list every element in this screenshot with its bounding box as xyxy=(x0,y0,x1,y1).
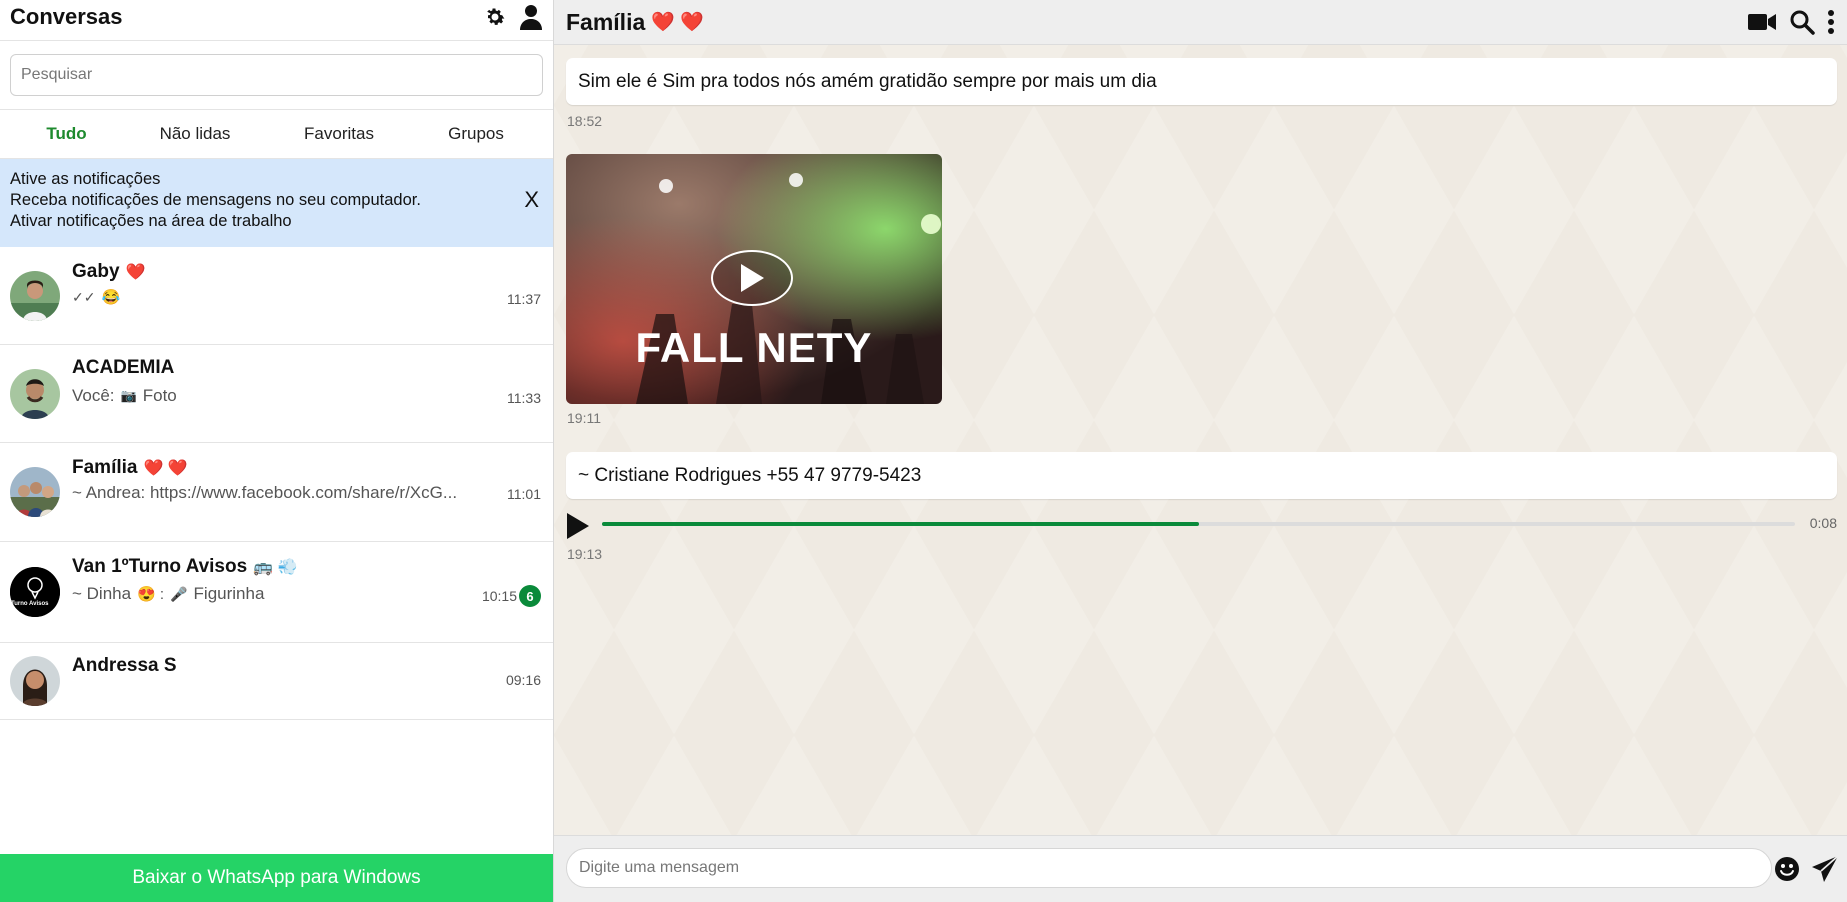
audio-progress-bar[interactable] xyxy=(602,522,1795,526)
chat-name: Van 1ºTurno Avisos 🚌 💨 xyxy=(72,556,298,577)
video-call-icon[interactable] xyxy=(1747,11,1777,33)
message-text: Sim ele é Sim pra todos nós amém gratidã… xyxy=(578,70,1157,92)
play-icon[interactable] xyxy=(566,513,590,544)
menu-icon[interactable] xyxy=(1827,9,1835,35)
video-caption: FALL NETY xyxy=(635,324,873,371)
chat-item-gaby[interactable]: Gaby ❤️ ✓✓ 😂 11:37 xyxy=(0,247,553,345)
chat-time: 11:01 xyxy=(507,486,541,502)
camera-emoji: 📷 xyxy=(120,388,137,403)
download-windows-button[interactable]: Baixar o WhatsApp para Windows xyxy=(0,854,553,902)
chat-item-van-avisos[interactable]: Turno Avisos Van 1ºTurno Avisos 🚌 💨 ~ Di… xyxy=(0,542,553,643)
filter-tabs: Tudo Não lidas Favoritas Grupos xyxy=(0,110,553,159)
chat-header: Família ❤️ ❤️ xyxy=(554,0,1847,45)
chat-item-familia[interactable]: Família ❤️ ❤️ ~ Andrea: https://www.face… xyxy=(0,443,553,542)
chat-preview: Você: 📷 Foto xyxy=(72,386,177,405)
hearts-emoji: ❤️ ❤️ xyxy=(143,460,188,477)
chat-header-icons xyxy=(1747,9,1835,35)
read-ticks-icon: ✓✓ xyxy=(72,288,96,305)
laugh-emoji: 😂 xyxy=(101,289,121,306)
tab-unread[interactable]: Não lidas xyxy=(133,124,257,144)
chat-name: Gaby ❤️ xyxy=(72,261,146,282)
message-input[interactable] xyxy=(566,848,1772,888)
message-time: 18:52 xyxy=(567,113,603,129)
chat-time: 11:33 xyxy=(507,390,541,406)
sidebar-header-icons xyxy=(483,4,543,30)
profile-icon[interactable] xyxy=(519,4,543,30)
sidebar-header: Conversas xyxy=(0,0,553,41)
message-bubble: Sim ele é Sim pra todos nós amém gratidã… xyxy=(566,58,1837,105)
avatar: Turno Avisos xyxy=(10,567,60,617)
sidebar: Conversas Tudo Não lidas Favoritas Grupo… xyxy=(0,0,554,902)
avatar xyxy=(10,271,60,321)
search-input[interactable] xyxy=(10,54,543,96)
composer xyxy=(554,835,1847,902)
notification-close-button[interactable]: X xyxy=(524,189,539,211)
notification-title: Ative as notificações xyxy=(10,170,161,188)
chat-time: 09:16 xyxy=(505,672,541,688)
chat-item-andressa[interactable]: Andressa S 09:16 xyxy=(0,643,553,720)
chat-preview: ~ Dinha 😍 : 🎤 Figurinha xyxy=(72,584,265,603)
avatar xyxy=(10,656,60,706)
gear-icon[interactable] xyxy=(483,5,507,29)
avatar-text: Turno Avisos xyxy=(11,601,49,607)
chat-name: Família ❤️ ❤️ xyxy=(72,457,188,478)
avatar xyxy=(10,369,60,419)
chat-name: Andressa S xyxy=(72,655,177,676)
search-icon[interactable] xyxy=(1789,9,1815,35)
chat-time: 10:15 xyxy=(481,588,517,604)
message-time: 19:11 xyxy=(567,410,601,426)
message-bubble: ~ Cristiane Rodrigues +55 47 9779-5423 xyxy=(566,452,1837,499)
microphone-icon: 🎤 xyxy=(170,585,188,602)
audio-progress-fill xyxy=(602,522,1199,526)
chat-title: Família ❤️ ❤️ xyxy=(566,8,704,35)
chat-preview: ~ Andrea: https://www.facebook.com/share… xyxy=(72,483,458,502)
audio-duration: 0:08 xyxy=(1809,515,1837,531)
chat-time: 11:37 xyxy=(507,291,541,307)
emoji-icon[interactable] xyxy=(1774,856,1800,882)
avatar xyxy=(10,467,60,517)
send-icon[interactable] xyxy=(1811,855,1839,883)
message-time: 19:13 xyxy=(567,546,603,562)
bus-emoji: 🚌 💨 xyxy=(253,559,298,576)
tab-all[interactable]: Tudo xyxy=(0,124,133,144)
chat-preview: ✓✓ 😂 xyxy=(72,288,121,307)
heart-eyes-emoji: 😍 : xyxy=(137,586,165,603)
notification-banner: Ative as notificações Receba notificaçõe… xyxy=(0,159,553,247)
sidebar-title: Conversas xyxy=(10,4,123,29)
notification-description: Receba notificações de mensagens no seu … xyxy=(10,191,421,209)
heart-emoji: ❤️ xyxy=(125,264,146,281)
message-text: ~ Cristiane Rodrigues +55 47 9779-5423 xyxy=(578,464,922,486)
notification-enable-link[interactable]: Ativar notificações na área de trabalho xyxy=(10,211,543,232)
chat-name: ACADEMIA xyxy=(72,357,175,378)
video-message[interactable]: FALL NETY xyxy=(566,154,942,404)
hearts-emoji: ❤️ ❤️ xyxy=(651,12,704,33)
search-container xyxy=(0,41,553,110)
chat-panel: Família ❤️ ❤️ Sim ele é Sim pra todos nó… xyxy=(554,0,1847,902)
audio-message: 0:08 xyxy=(566,510,1837,540)
unread-badge: 6 xyxy=(519,585,541,607)
tab-groups[interactable]: Grupos xyxy=(421,124,531,144)
play-icon[interactable] xyxy=(711,250,793,306)
chat-item-academia[interactable]: ACADEMIA Você: 📷 Foto 11:33 xyxy=(0,345,553,443)
tab-favorites[interactable]: Favoritas xyxy=(257,124,421,144)
